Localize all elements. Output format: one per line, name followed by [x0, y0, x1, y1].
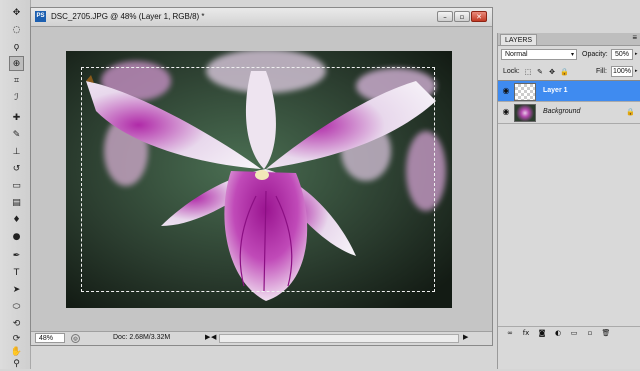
- zoom-status-icon[interactable]: ◎: [71, 334, 80, 343]
- lock-position-icon[interactable]: ✥: [548, 68, 556, 76]
- fill-arrow-icon[interactable]: ▸: [635, 68, 638, 74]
- history-brush-tool-icon: ↺: [12, 163, 21, 174]
- 3d-rotate-tool[interactable]: ⟲: [9, 316, 24, 331]
- restore-button[interactable]: ▫: [454, 11, 470, 22]
- brush-tool-icon: ✎: [12, 129, 21, 140]
- layer-row-background[interactable]: ◉ Background 🔒: [498, 102, 640, 124]
- delete-layer-icon[interactable]: 🗑: [601, 329, 611, 338]
- healing-brush-tool[interactable]: ✚: [9, 110, 24, 125]
- scroll-left-icon[interactable]: ◀: [211, 333, 216, 341]
- zoom-level-field[interactable]: 48%: [35, 333, 65, 343]
- document-window: PS DSC_2705.JPG @ 48% (Layer 1, RGB/8) *…: [30, 7, 493, 346]
- document-title-bar[interactable]: PS DSC_2705.JPG @ 48% (Layer 1, RGB/8) *…: [31, 8, 492, 27]
- layer-row-layer-1[interactable]: ◉ Layer 1: [498, 80, 640, 102]
- 3d-rotate-tool-icon: ⟲: [12, 318, 21, 329]
- zoom-tool[interactable]: ⊕: [9, 56, 24, 71]
- horizontal-scrollbar[interactable]: [219, 334, 459, 343]
- path-selection-tool[interactable]: ➤: [9, 282, 24, 297]
- panel-menu-icon[interactable]: ≡: [632, 33, 637, 42]
- hand-tool-icon: ✋: [10, 346, 23, 357]
- new-layer-icon[interactable]: ▫: [585, 329, 595, 338]
- opacity-label: Opacity:: [582, 51, 608, 58]
- layer-mask-icon[interactable]: ◙: [537, 329, 547, 338]
- lock-options: ⬚ ✎ ✥ 🔒: [524, 68, 569, 76]
- layer-thumbnail: [514, 104, 536, 122]
- lock-icon: 🔒: [626, 108, 635, 116]
- shape-tool-icon: ⬭: [12, 301, 21, 312]
- gradient-tool-icon: ▤: [12, 197, 21, 208]
- minimize-button[interactable]: –: [437, 11, 453, 22]
- lasso-tool-icon: ϙ: [13, 41, 20, 52]
- selection-marquee[interactable]: [81, 67, 435, 292]
- fill-label: Fill:: [596, 68, 607, 75]
- 3d-orbit-tool-icon: ⟳: [12, 333, 21, 344]
- blend-mode-value: Normal: [505, 51, 528, 58]
- tools-panel: ✥ ◌ ϙ ⊕ ⌗ ℐ ✚ ✎ ⊥ ↺ ▭ ▤ ♦ ● ✒ T ➤ ⬭ ⟲ ⟳ …: [0, 0, 31, 369]
- blur-tool[interactable]: ♦: [9, 212, 24, 227]
- zoom-view-tool-icon: ⚲: [13, 358, 20, 369]
- eye-icon[interactable]: ◉: [501, 107, 511, 117]
- adjustment-layer-icon[interactable]: ◐: [553, 329, 563, 338]
- layer-name: Layer 1: [543, 87, 568, 94]
- new-group-icon[interactable]: ▭: [569, 329, 579, 338]
- layers-tab-bar: LAYERS ≡: [498, 33, 640, 46]
- eye-icon[interactable]: ◉: [501, 86, 511, 96]
- close-button[interactable]: ✕: [471, 11, 487, 22]
- pen-tool-icon: ✒: [12, 250, 21, 261]
- photoshop-icon: PS: [35, 11, 46, 22]
- layer-name: Background: [543, 108, 581, 115]
- type-tool[interactable]: T: [9, 265, 24, 280]
- lock-all-icon[interactable]: 🔒: [560, 68, 569, 76]
- status-menu-arrow-icon[interactable]: ▶: [205, 333, 210, 341]
- status-bar: 48% ◎ Doc: 2.68M/3.32M ▶ ◀ ▶: [31, 331, 492, 345]
- lock-image-icon[interactable]: ✎: [536, 68, 544, 76]
- scroll-right-icon[interactable]: ▶: [463, 333, 468, 341]
- gradient-tool[interactable]: ▤: [9, 195, 24, 210]
- link-layers-icon[interactable]: ∞: [505, 329, 515, 338]
- document-info: Doc: 2.68M/3.32M: [113, 334, 171, 341]
- marquee-tool[interactable]: ◌: [9, 22, 24, 37]
- opacity-arrow-icon[interactable]: ▸: [635, 51, 638, 57]
- move-tool-icon: ✥: [12, 7, 21, 18]
- move-tool[interactable]: ✥: [9, 5, 24, 20]
- history-brush-tool[interactable]: ↺: [9, 161, 24, 176]
- layers-panel: LAYERS ≡ Normal ▾ Opacity: 50% ▸ Lock: ⬚…: [497, 33, 640, 369]
- blend-mode-select[interactable]: Normal ▾: [501, 49, 577, 60]
- lock-transparent-icon[interactable]: ⬚: [524, 68, 532, 76]
- crop-tool[interactable]: ⌗: [9, 73, 24, 88]
- healing-brush-tool-icon: ✚: [12, 112, 21, 123]
- tab-layers[interactable]: LAYERS: [500, 34, 538, 45]
- clone-stamp-tool-icon: ⊥: [12, 146, 21, 157]
- type-tool-icon: T: [13, 267, 20, 278]
- opacity-field[interactable]: 50%: [611, 49, 633, 60]
- eyedropper-tool[interactable]: ℐ: [9, 90, 24, 105]
- window-controls: – ▫ ✕: [437, 11, 487, 22]
- zoom-tool-icon: ⊕: [12, 58, 21, 69]
- eraser-tool-icon: ▭: [12, 180, 21, 191]
- dodge-tool[interactable]: ●: [9, 229, 24, 244]
- marquee-tool-icon: ◌: [12, 24, 21, 35]
- layer-thumbnail: [514, 83, 536, 101]
- document-title: DSC_2705.JPG @ 48% (Layer 1, RGB/8) *: [51, 12, 205, 21]
- pen-tool[interactable]: ✒: [9, 248, 24, 263]
- canvas-area[interactable]: [31, 27, 492, 334]
- eyedropper-tool-icon: ℐ: [14, 92, 19, 103]
- layer-style-icon[interactable]: fx: [521, 329, 531, 338]
- blur-tool-icon: ♦: [12, 214, 21, 225]
- path-selection-tool-icon: ➤: [12, 284, 21, 295]
- dodge-tool-icon: ●: [12, 231, 21, 242]
- shape-tool[interactable]: ⬭: [9, 299, 24, 314]
- layers-footer: ∞ fx ◙ ◐ ▭ ▫ 🗑: [498, 326, 640, 340]
- brush-tool[interactable]: ✎: [9, 127, 24, 142]
- lock-label: Lock:: [503, 68, 520, 75]
- eraser-tool[interactable]: ▭: [9, 178, 24, 193]
- fill-field[interactable]: 100%: [611, 66, 633, 77]
- clone-stamp-tool[interactable]: ⊥: [9, 144, 24, 159]
- chevron-down-icon: ▾: [570, 52, 574, 58]
- lasso-tool[interactable]: ϙ: [9, 39, 24, 54]
- crop-tool-icon: ⌗: [13, 75, 20, 86]
